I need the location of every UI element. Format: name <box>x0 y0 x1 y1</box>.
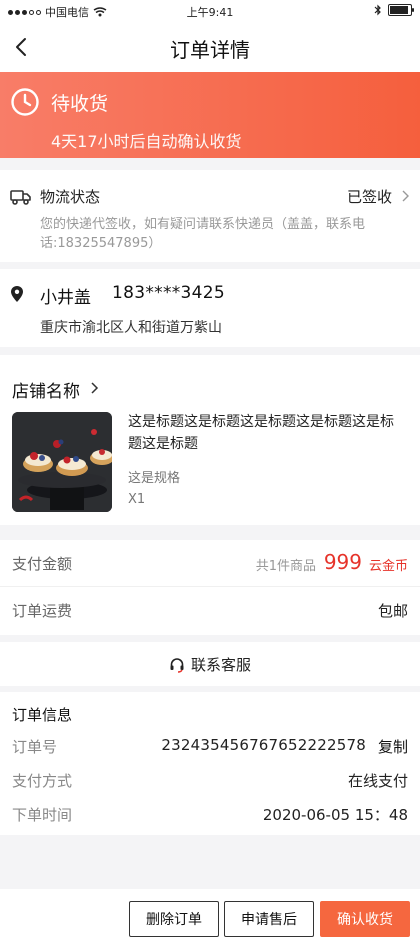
clock-icon <box>11 88 39 116</box>
shop-name[interactable]: 店铺名称 <box>12 377 80 402</box>
order-time-label: 下单时间 <box>12 806 73 824</box>
recipient-address: 重庆市渝北区人和街道万紫山 <box>40 320 222 336</box>
battery-icon <box>388 4 414 16</box>
copy-button[interactable]: 复制 <box>378 736 408 757</box>
truck-icon <box>10 190 31 205</box>
recipient-name: 小井盖 <box>40 288 91 308</box>
address-card: 小井盖 183****3425 重庆市渝北区人和街道万紫山 <box>0 269 420 347</box>
shipping-row: 订单运费 包邮 <box>0 587 420 633</box>
auto-confirm-text: 4天17小时后自动确认收货 <box>51 132 242 151</box>
logistics-state: 已签收 <box>346 188 392 206</box>
payment-method-row: 支付方式 在线支付 <box>0 766 420 796</box>
payment-method-label: 支付方式 <box>12 772 73 790</box>
after-sale-button[interactable]: 申请售后 <box>224 901 314 937</box>
product-spec: 这是规格 <box>128 471 181 486</box>
product-title[interactable]: 这是标题这是标题这是标题这是标题这是标题这是标题 <box>128 411 406 455</box>
logistics-description: 您的快递代签收，如有疑问请联系快递员（盖盖，联系电话:18325547895） <box>40 217 366 251</box>
order-info-title: 订单信息 <box>12 706 73 724</box>
chevron-right-icon <box>402 190 409 202</box>
confirm-receipt-button[interactable]: 确认收货 <box>320 901 410 937</box>
order-number-label: 订单号 <box>12 738 58 756</box>
product-photo <box>12 412 112 512</box>
bluetooth-icon <box>374 4 381 16</box>
location-pin-icon <box>11 286 23 302</box>
contact-service-inner: 联系客服 <box>0 654 420 675</box>
recipient-phone: 183****3425 <box>112 283 226 303</box>
order-number-value: 23243545676765222257​8 <box>161 736 366 754</box>
logistics-card[interactable]: 物流状态 已签收 您的快递代签收，如有疑问请联系快递员（盖盖，联系电话:1832… <box>0 170 420 262</box>
delete-order-button[interactable]: 删除订单 <box>129 901 219 937</box>
payment-amount-label: 支付金额 <box>12 555 73 573</box>
item-count: 共1件商品 <box>255 559 316 574</box>
clock-label: 上午9:41 <box>186 6 234 19</box>
headset-icon <box>170 657 184 673</box>
status-bar: 中国电信 上午9:41 <box>0 0 420 22</box>
page-title: 订单详情 <box>170 38 250 62</box>
order-status-text: 待收货 <box>51 93 109 115</box>
shipping-label: 订单运费 <box>12 602 73 620</box>
nav-bar: 订单详情 <box>0 22 420 72</box>
shop-card: 店铺名称 这是标题这是标题这是标题这是标题这是标题这是标题 这是规格 X1 <box>0 355 420 525</box>
order-time-value: 2020-06-05 15：48 <box>262 806 408 824</box>
payment-card: 支付金额 共1件商品 999 云金币 订单运费 包邮 <box>0 540 420 635</box>
chevron-right-icon[interactable] <box>90 382 100 394</box>
order-number-row: 订单号 23243545676765222257​8 复制 <box>0 732 420 762</box>
bottom-action-bar: 删除订单 申请售后 确认收货 <box>0 889 420 949</box>
payment-method-value: 在线支付 <box>347 772 408 790</box>
payment-amount: 999 <box>323 550 362 574</box>
product-quantity: X1 <box>128 492 146 507</box>
order-status-banner: 待收货 4天17小时后自动确认收货 <box>0 72 420 158</box>
order-info-card: 订单信息 订单号 23243545676765222257​8 复制 支付方式 … <box>0 692 420 835</box>
shipping-value: 包邮 <box>377 602 408 620</box>
payment-amount-row: 支付金额 共1件商品 999 云金币 <box>0 540 420 587</box>
order-time-row: 下单时间 2020-06-05 15：48 <box>0 800 420 830</box>
currency-unit: 云金币 <box>368 559 408 574</box>
contact-service-label: 联系客服 <box>190 656 251 674</box>
contact-service-button[interactable]: 联系客服 <box>0 642 420 686</box>
status-right <box>374 4 414 16</box>
product-image[interactable] <box>12 412 112 512</box>
logistics-label: 物流状态 <box>40 188 101 206</box>
